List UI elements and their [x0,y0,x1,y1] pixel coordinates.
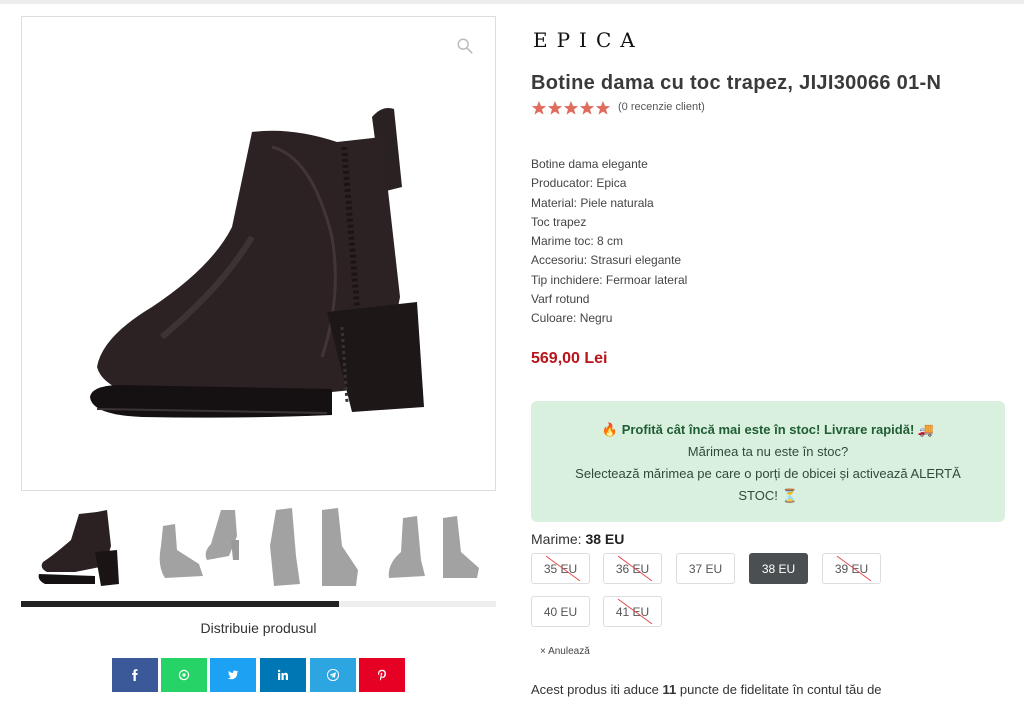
pinterest-icon [378,669,386,681]
facebook-icon [132,669,138,681]
thumbnail-1[interactable] [35,506,135,590]
alert-line: STOC! ⏳ [738,488,798,503]
description-line: Botine dama elegante [531,157,648,171]
zoom-icon[interactable] [456,37,474,55]
brand-logo[interactable]: EPICA [533,28,644,52]
size-option-37[interactable]: 37 EU [676,553,735,584]
hourglass-icon: ⏳ [781,488,798,503]
share-pinterest-button[interactable] [359,658,405,692]
linkedin-icon [277,669,288,680]
gallery-slider[interactable] [21,601,496,607]
share-facebook-button[interactable] [112,658,158,692]
reset-size-link[interactable]: × Anulează [540,646,590,657]
share-linkedin-button[interactable] [260,658,306,692]
gallery-slider-fill [21,601,340,607]
size-option-39[interactable]: 39 EU [822,553,881,584]
product-main-image[interactable] [21,16,496,491]
product-description: Botine dama elegante Producator: Epica M… [531,155,687,329]
selected-size: 38 EU [585,531,625,547]
whatsapp-icon [178,669,190,681]
thumbnail-2[interactable] [151,506,251,590]
boot-image [90,108,424,418]
share-label: Distribuie produsul [200,620,317,636]
share-twitter-button[interactable] [210,658,256,692]
share-whatsapp-button[interactable] [161,658,207,692]
alert-line: Mărimea ta nu este în stoc? [687,444,849,459]
star-icon [531,101,547,115]
size-option-35[interactable]: 35 EU [531,553,590,584]
delivery-truck-icon: 🚚 [917,422,935,437]
loyalty-points-note: Acest produs iti aduce 11 puncte de fide… [531,682,882,697]
reviews-link[interactable]: (0 recenzie client) [618,101,705,113]
description-line: Producator: Epica [531,176,627,191]
twitter-icon [227,670,239,680]
description-line: Tip inchidere: Fermoar lateral [531,272,688,287]
description-line: Varf rotund [531,292,590,307]
star-icon [547,101,563,115]
star-icon [579,101,595,115]
description-line: Culoare: Negru [531,311,613,326]
telegram-icon [327,669,339,681]
thumbnail-3[interactable] [266,506,366,590]
alert-line: Selectează mărimea pe care o porți de ob… [575,466,961,481]
size-option-38[interactable]: 38 EU [749,553,808,584]
share-telegram-button[interactable] [310,658,356,692]
star-icon [563,101,579,115]
star-icon [595,101,611,115]
product-price: 569,00 Lei [531,350,608,367]
rating-stars[interactable] [531,100,611,116]
description-line: Material: Piele naturala [531,195,654,210]
thumbnail-strip [21,506,496,594]
size-label: Marime: 38 EU [531,531,625,547]
alert-headline: 🔥 Profită cât încă mai este în stoc! Liv… [601,422,935,437]
size-option-41[interactable]: 41 EU [603,596,662,627]
top-bar [0,0,1024,4]
description-line: Marime toc: 8 cm [531,234,624,249]
description-line: Toc trapez [531,214,587,229]
size-option-36[interactable]: 36 EU [603,553,662,584]
stock-alert-box: 🔥 Profită cât încă mai este în stoc! Liv… [531,401,1005,522]
product-title: Botine dama cu toc trapez, JIJI30066 01-… [531,72,942,94]
size-option-40[interactable]: 40 EU [531,596,590,627]
fire-icon: 🔥 [601,422,619,437]
description-line: Accesoriu: Strasuri elegante [531,253,682,268]
thumbnail-4[interactable] [381,506,481,590]
